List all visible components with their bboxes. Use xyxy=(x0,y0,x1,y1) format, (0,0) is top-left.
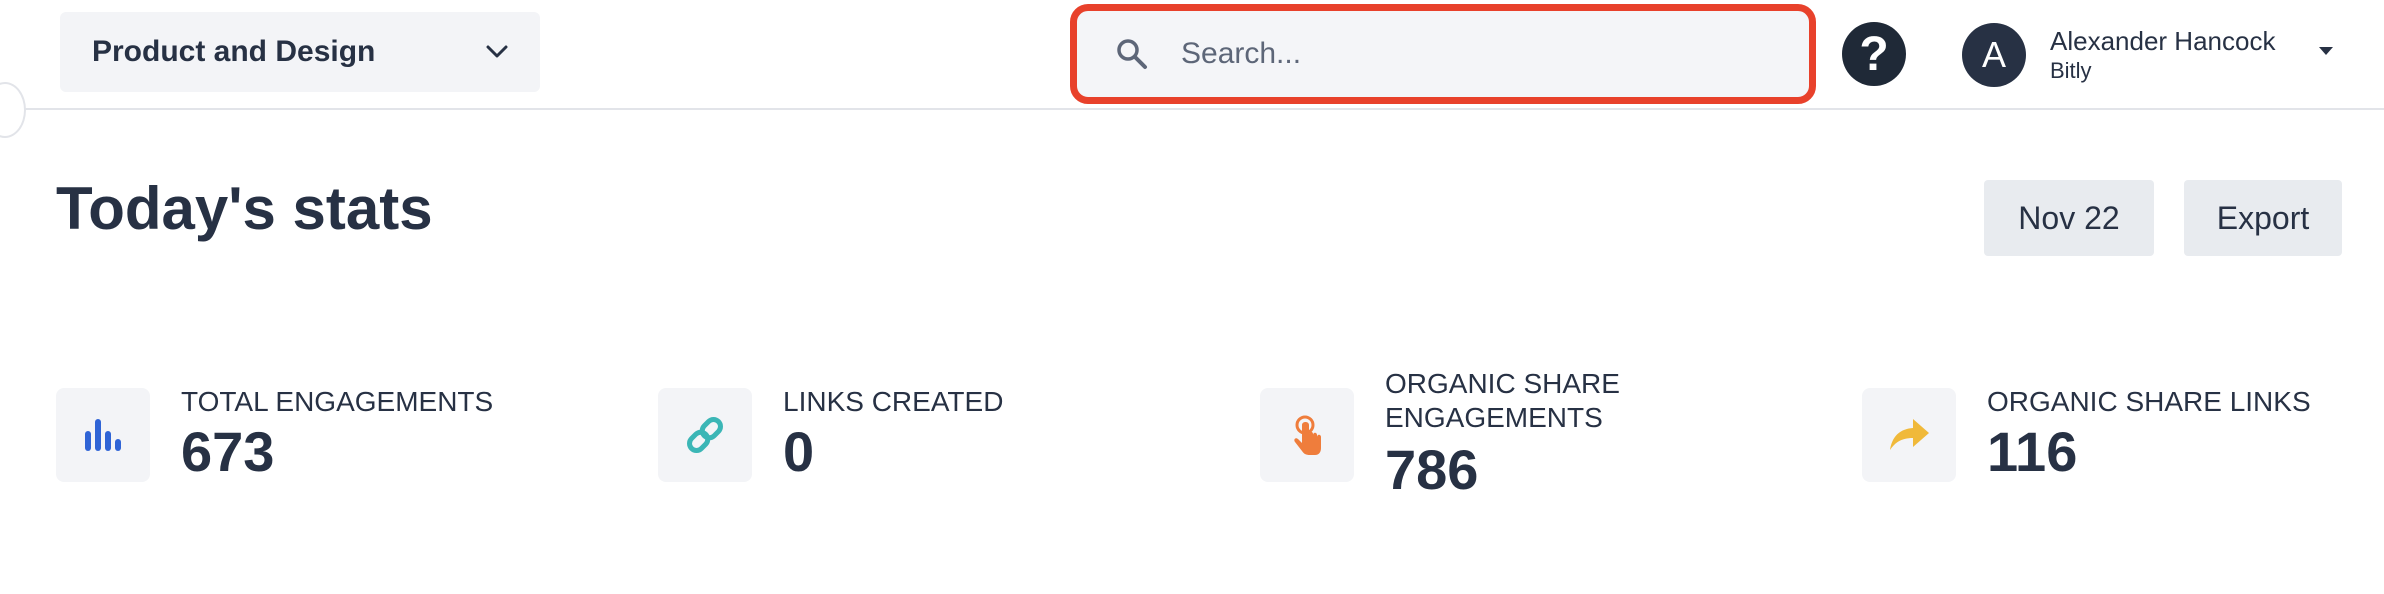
search-icon xyxy=(1117,39,1147,69)
workspace-name: Product and Design xyxy=(92,35,376,68)
stat-value: 673 xyxy=(181,420,275,483)
help-button[interactable]: ? xyxy=(1842,22,1906,86)
stat-label-line1: ORGANIC SHARE xyxy=(1385,368,1620,399)
avatar-initial: A xyxy=(1981,34,2006,75)
stat-label: TOTAL ENGAGEMENTS xyxy=(181,386,494,417)
bar-chart-icon xyxy=(85,419,121,451)
sidebar-collapse-handle[interactable] xyxy=(0,82,26,138)
share-arrow-icon xyxy=(1890,419,1929,450)
stat-icon-box xyxy=(658,388,752,482)
search-input[interactable] xyxy=(1179,36,1743,72)
stat-label: ORGANIC SHARE LINKS xyxy=(1987,386,2311,417)
user-org: Bitly xyxy=(2050,58,2092,83)
stat-links-created: LINKS CREATED 0 xyxy=(658,362,1178,512)
stat-value: 786 xyxy=(1385,438,1479,501)
stat-label-line2: ENGAGEMENTS xyxy=(1385,402,1603,433)
chevron-down-icon xyxy=(486,45,508,58)
question-mark-icon: ? xyxy=(1859,27,1889,81)
workspace-selector[interactable]: Product and Design xyxy=(60,12,540,92)
user-info: Alexander Hancock Bitly xyxy=(2050,25,2275,85)
stat-icon-box xyxy=(56,388,150,482)
avatar: A xyxy=(1962,23,2026,87)
date-button[interactable]: Nov 22 xyxy=(1984,180,2154,256)
user-menu[interactable]: A Alexander Hancock Bitly xyxy=(1962,20,2342,90)
user-name: Alexander Hancock xyxy=(2050,26,2276,56)
stat-organic-share-engagements: ORGANIC SHARE ENGAGEMENTS 786 xyxy=(1260,362,1820,512)
page-title: Today's stats xyxy=(56,175,433,242)
top-bar: Product and Design ? A Alexander Hancock… xyxy=(0,0,2384,138)
export-button[interactable]: Export xyxy=(2184,180,2342,256)
search-box[interactable] xyxy=(1070,4,1816,104)
caret-down-icon xyxy=(2319,47,2333,55)
stat-organic-share-links: ORGANIC SHARE LINKS 116 xyxy=(1862,362,2362,512)
stat-value: 0 xyxy=(783,420,815,483)
stat-value: 116 xyxy=(1987,420,2078,483)
stat-icon-box xyxy=(1260,388,1354,482)
stat-total-engagements: TOTAL ENGAGEMENTS 673 xyxy=(56,362,576,512)
tap-hand-icon xyxy=(1294,415,1321,455)
link-icon xyxy=(687,417,723,453)
stat-icon-box xyxy=(1862,388,1956,482)
stat-label: LINKS CREATED xyxy=(783,386,1004,417)
